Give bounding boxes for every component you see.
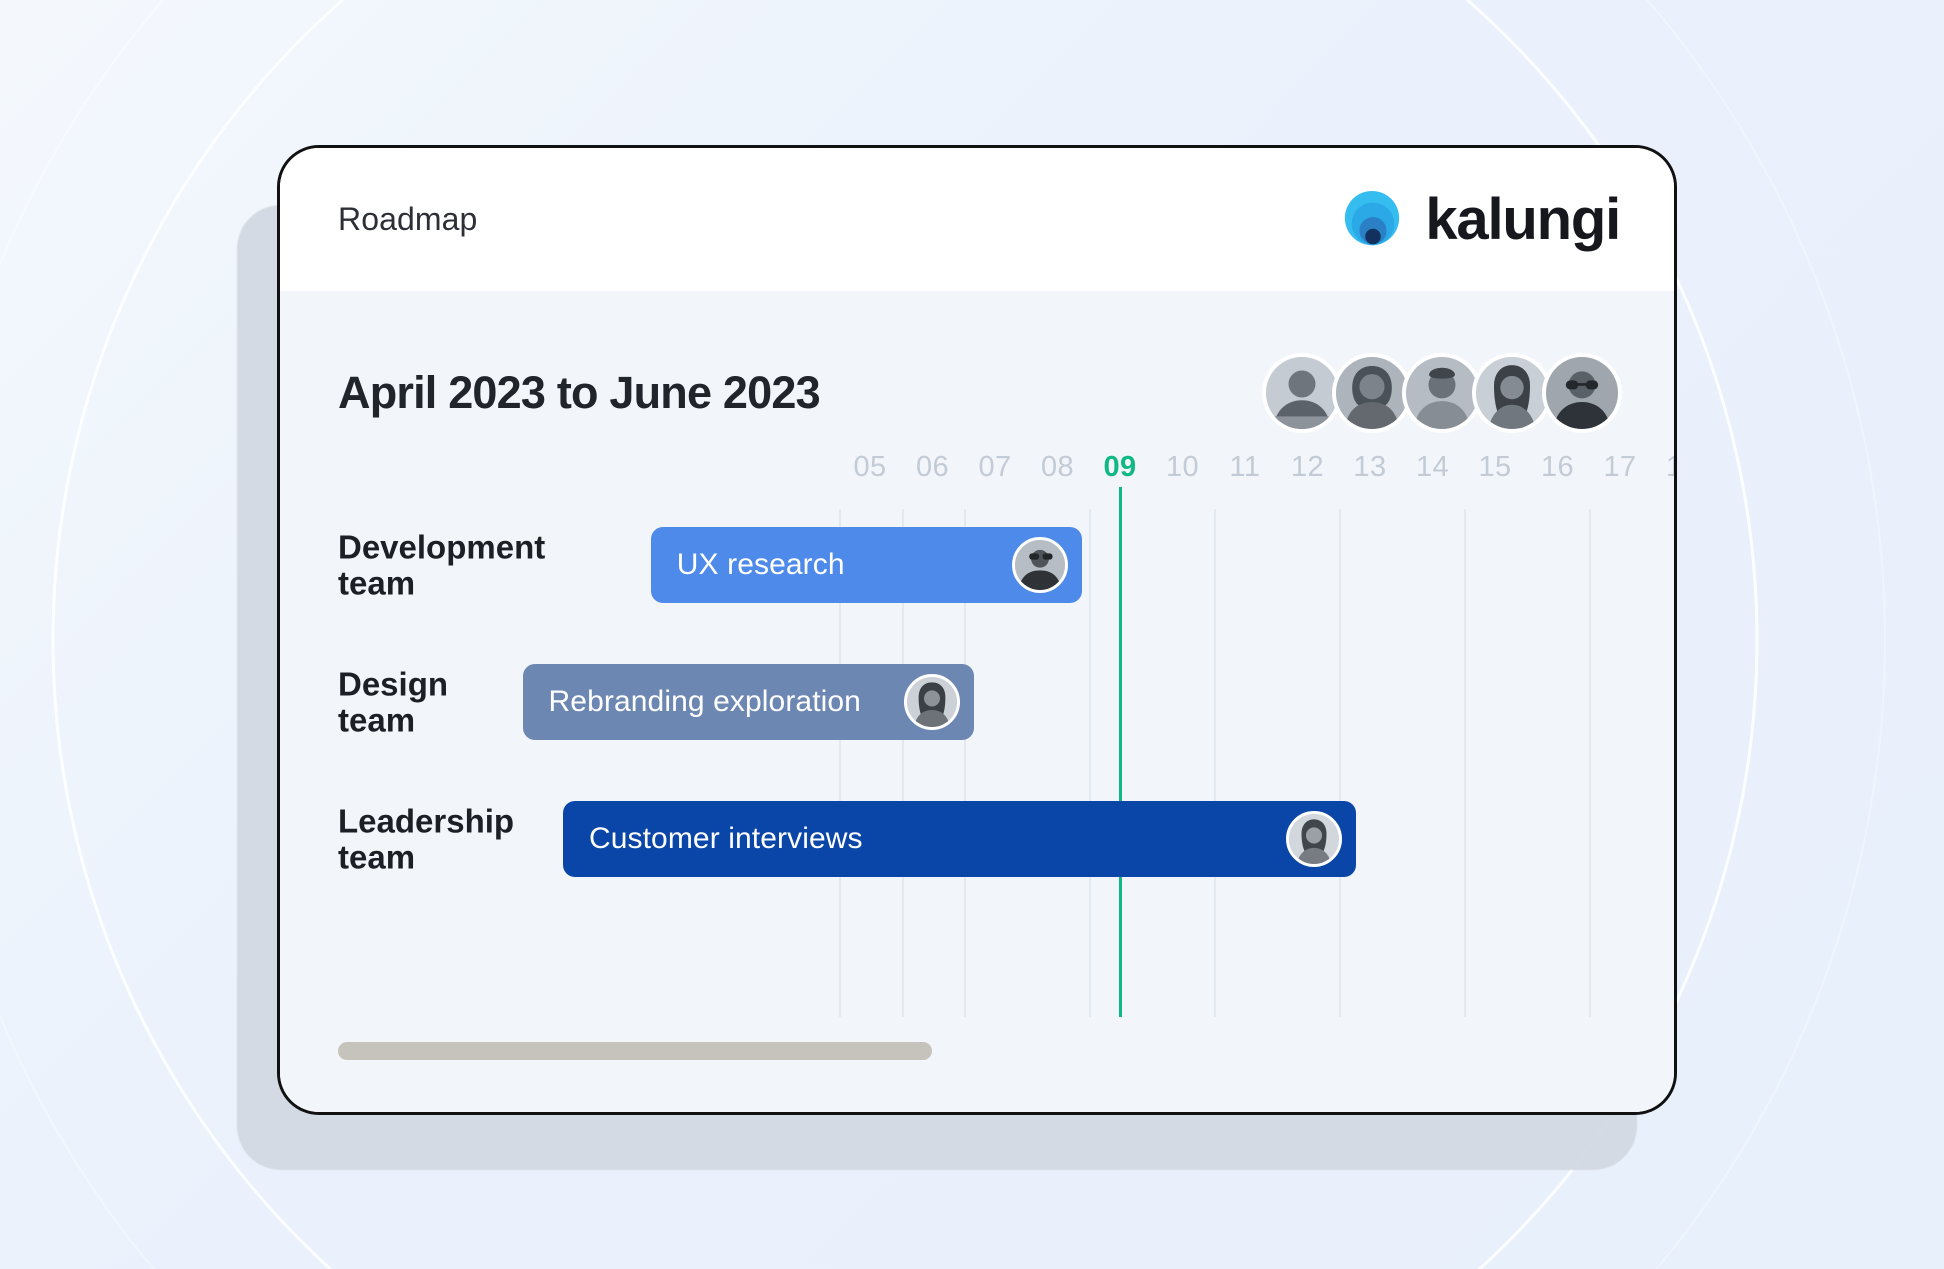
horizontal-scrollbar-thumb[interactable] bbox=[338, 1042, 932, 1060]
roadmap-card: Roadmap kalungi April 2023 to June 2023 bbox=[277, 145, 1677, 1115]
title-row: April 2023 to June 2023 bbox=[338, 353, 1622, 433]
avatar[interactable] bbox=[1472, 353, 1552, 433]
brand-name: kalungi bbox=[1425, 191, 1620, 249]
axis-tick-11: 11 bbox=[1230, 451, 1261, 484]
row-label: Developmentteam bbox=[338, 529, 568, 600]
card-header: Roadmap kalungi bbox=[280, 148, 1674, 291]
page-title: Roadmap bbox=[338, 201, 477, 238]
gantt-bar[interactable]: Customer interviews bbox=[563, 801, 1356, 877]
axis-tick-10: 10 bbox=[1166, 451, 1199, 484]
gantt-bar-label: UX research bbox=[677, 548, 1012, 582]
row-label-line2: team bbox=[338, 564, 415, 601]
gantt-row: Leadershipteam Customer interviews bbox=[280, 783, 1674, 895]
axis-tick-06: 06 bbox=[916, 451, 949, 484]
gantt-row: Developmentteam UX research bbox=[280, 509, 1674, 621]
avatar[interactable] bbox=[1262, 353, 1342, 433]
avatar[interactable] bbox=[1402, 353, 1482, 433]
avatar[interactable] bbox=[1542, 353, 1622, 433]
axis-tick-05: 05 bbox=[853, 451, 886, 484]
row-label-line1: Design bbox=[338, 665, 448, 702]
row-label-line2: team bbox=[338, 701, 415, 738]
axis-tick-16: 16 bbox=[1541, 451, 1574, 484]
gantt-bar[interactable]: Rebranding exploration bbox=[523, 664, 975, 740]
row-label: Leadershipteam bbox=[338, 803, 568, 874]
axis-tick-14: 14 bbox=[1416, 451, 1449, 484]
axis-tick-09: 09 bbox=[1103, 451, 1136, 484]
axis-tick-12: 12 bbox=[1291, 451, 1324, 484]
row-label-line2: team bbox=[338, 838, 415, 875]
horizontal-scrollbar-track[interactable] bbox=[338, 1042, 1616, 1060]
axis-tick-18: 18 bbox=[1666, 451, 1677, 484]
gantt-bar-assignee-avatar[interactable] bbox=[904, 674, 960, 730]
axis-tick-08: 08 bbox=[1041, 451, 1074, 484]
card-body: April 2023 to June 2023 bbox=[280, 291, 1674, 1112]
gantt-bar[interactable]: UX research bbox=[651, 527, 1082, 603]
date-range-title: April 2023 to June 2023 bbox=[338, 367, 820, 419]
brand-logo: kalungi bbox=[1341, 189, 1620, 251]
gantt-bar-assignee-avatar[interactable] bbox=[1286, 811, 1342, 867]
axis-tick-17: 17 bbox=[1603, 451, 1636, 484]
kalungi-logo-icon bbox=[1341, 189, 1403, 251]
avatar[interactable] bbox=[1332, 353, 1412, 433]
axis-tick-13: 13 bbox=[1353, 451, 1386, 484]
row-label-line1: Leadership bbox=[338, 802, 514, 839]
axis-tick-15: 15 bbox=[1478, 451, 1511, 484]
gantt-chart: 0506070809101112131415161718192021 Devel… bbox=[280, 451, 1674, 1112]
gantt-bar-label: Customer interviews bbox=[589, 822, 1286, 856]
gantt-row: Designteam Rebranding exploration bbox=[280, 646, 1674, 758]
gantt-axis: 0506070809101112131415161718192021 bbox=[280, 451, 1674, 491]
gantt-bar-label: Rebranding exploration bbox=[549, 685, 905, 719]
gantt-bar-assignee-avatar[interactable] bbox=[1012, 537, 1068, 593]
team-avatar-group[interactable] bbox=[1262, 353, 1622, 433]
axis-tick-07: 07 bbox=[978, 451, 1011, 484]
row-label-line1: Development bbox=[338, 528, 545, 565]
gantt-rows: DevelopmentteamUX researchDesignteamRebr… bbox=[280, 509, 1674, 1017]
